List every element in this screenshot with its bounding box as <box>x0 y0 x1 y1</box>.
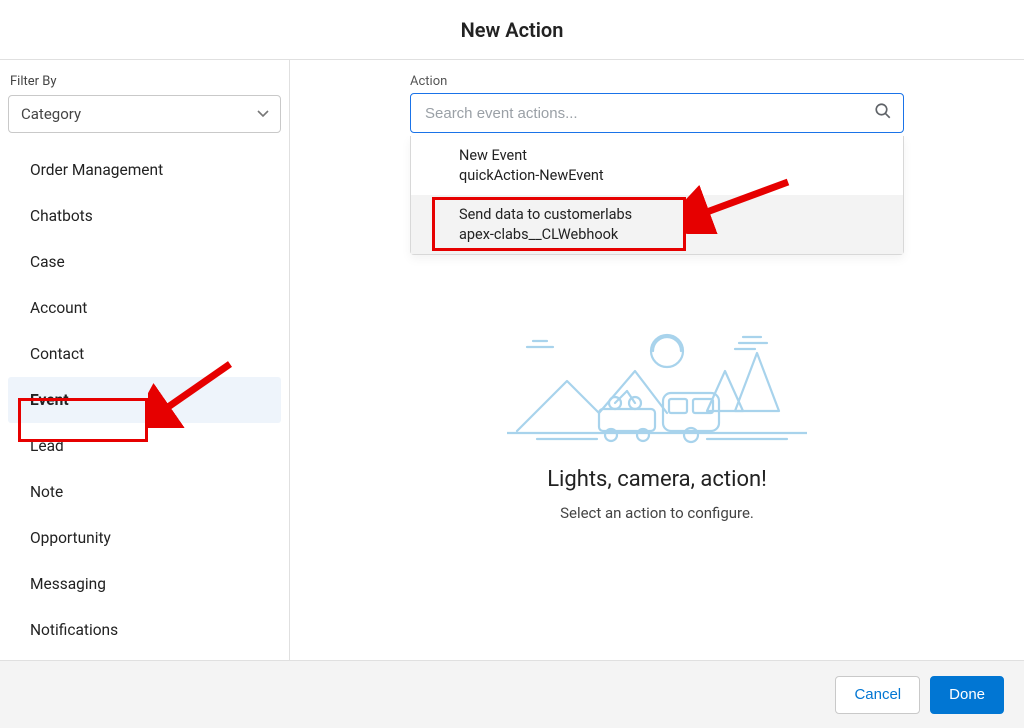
sidebar-item-notifications[interactable]: Notifications <box>8 607 281 653</box>
filter-by-label: Filter By <box>8 74 281 89</box>
sidebar: Filter By Category Order Management Chat… <box>0 60 290 660</box>
sidebar-item-chatbots[interactable]: Chatbots <box>8 193 281 239</box>
search-icon <box>874 102 892 124</box>
dropdown-item-subtitle: quickAction-NewEvent <box>459 166 887 186</box>
action-label: Action <box>410 74 904 89</box>
sidebar-item-note[interactable]: Note <box>8 469 281 515</box>
dialog-title: New Action <box>461 18 564 42</box>
done-button[interactable]: Done <box>930 676 1004 714</box>
dropdown-item-subtitle: apex-clabs__CLWebhook <box>459 225 887 245</box>
category-list: Order Management Chatbots Case Account C… <box>8 147 281 653</box>
cancel-button[interactable]: Cancel <box>835 676 920 714</box>
dropdown-item-send-data-customerlabs[interactable]: Send data to customerlabs apex-clabs__CL… <box>411 195 903 254</box>
sidebar-item-case[interactable]: Case <box>8 239 281 285</box>
action-dropdown: New Event quickAction-NewEvent Send data… <box>410 136 904 255</box>
sidebar-item-opportunity[interactable]: Opportunity <box>8 515 281 561</box>
dialog-body: Filter By Category Order Management Chat… <box>0 60 1024 660</box>
sidebar-item-event[interactable]: Event <box>8 377 281 423</box>
empty-title: Lights, camera, action! <box>410 467 904 492</box>
sidebar-item-order-management[interactable]: Order Management <box>8 147 281 193</box>
action-search-input[interactable] <box>410 93 904 133</box>
empty-state: Lights, camera, action! Select an action… <box>410 323 904 522</box>
category-select[interactable]: Category <box>8 95 281 133</box>
action-search <box>410 93 904 133</box>
dropdown-item-new-event[interactable]: New Event quickAction-NewEvent <box>411 136 903 195</box>
dropdown-item-title: New Event <box>459 146 887 166</box>
sidebar-item-messaging[interactable]: Messaging <box>8 561 281 607</box>
main-panel: Action New Event quickAction-NewEvent Se… <box>290 60 1024 660</box>
category-select-value: Category <box>8 95 281 133</box>
sidebar-item-contact[interactable]: Contact <box>8 331 281 377</box>
sidebar-item-account[interactable]: Account <box>8 285 281 331</box>
sidebar-item-lead[interactable]: Lead <box>8 423 281 469</box>
dropdown-item-title: Send data to customerlabs <box>459 205 887 225</box>
dialog-footer: Cancel Done <box>0 660 1024 728</box>
dialog-header: New Action <box>0 0 1024 60</box>
empty-subtitle: Select an action to configure. <box>410 504 904 522</box>
empty-illustration <box>507 323 807 453</box>
